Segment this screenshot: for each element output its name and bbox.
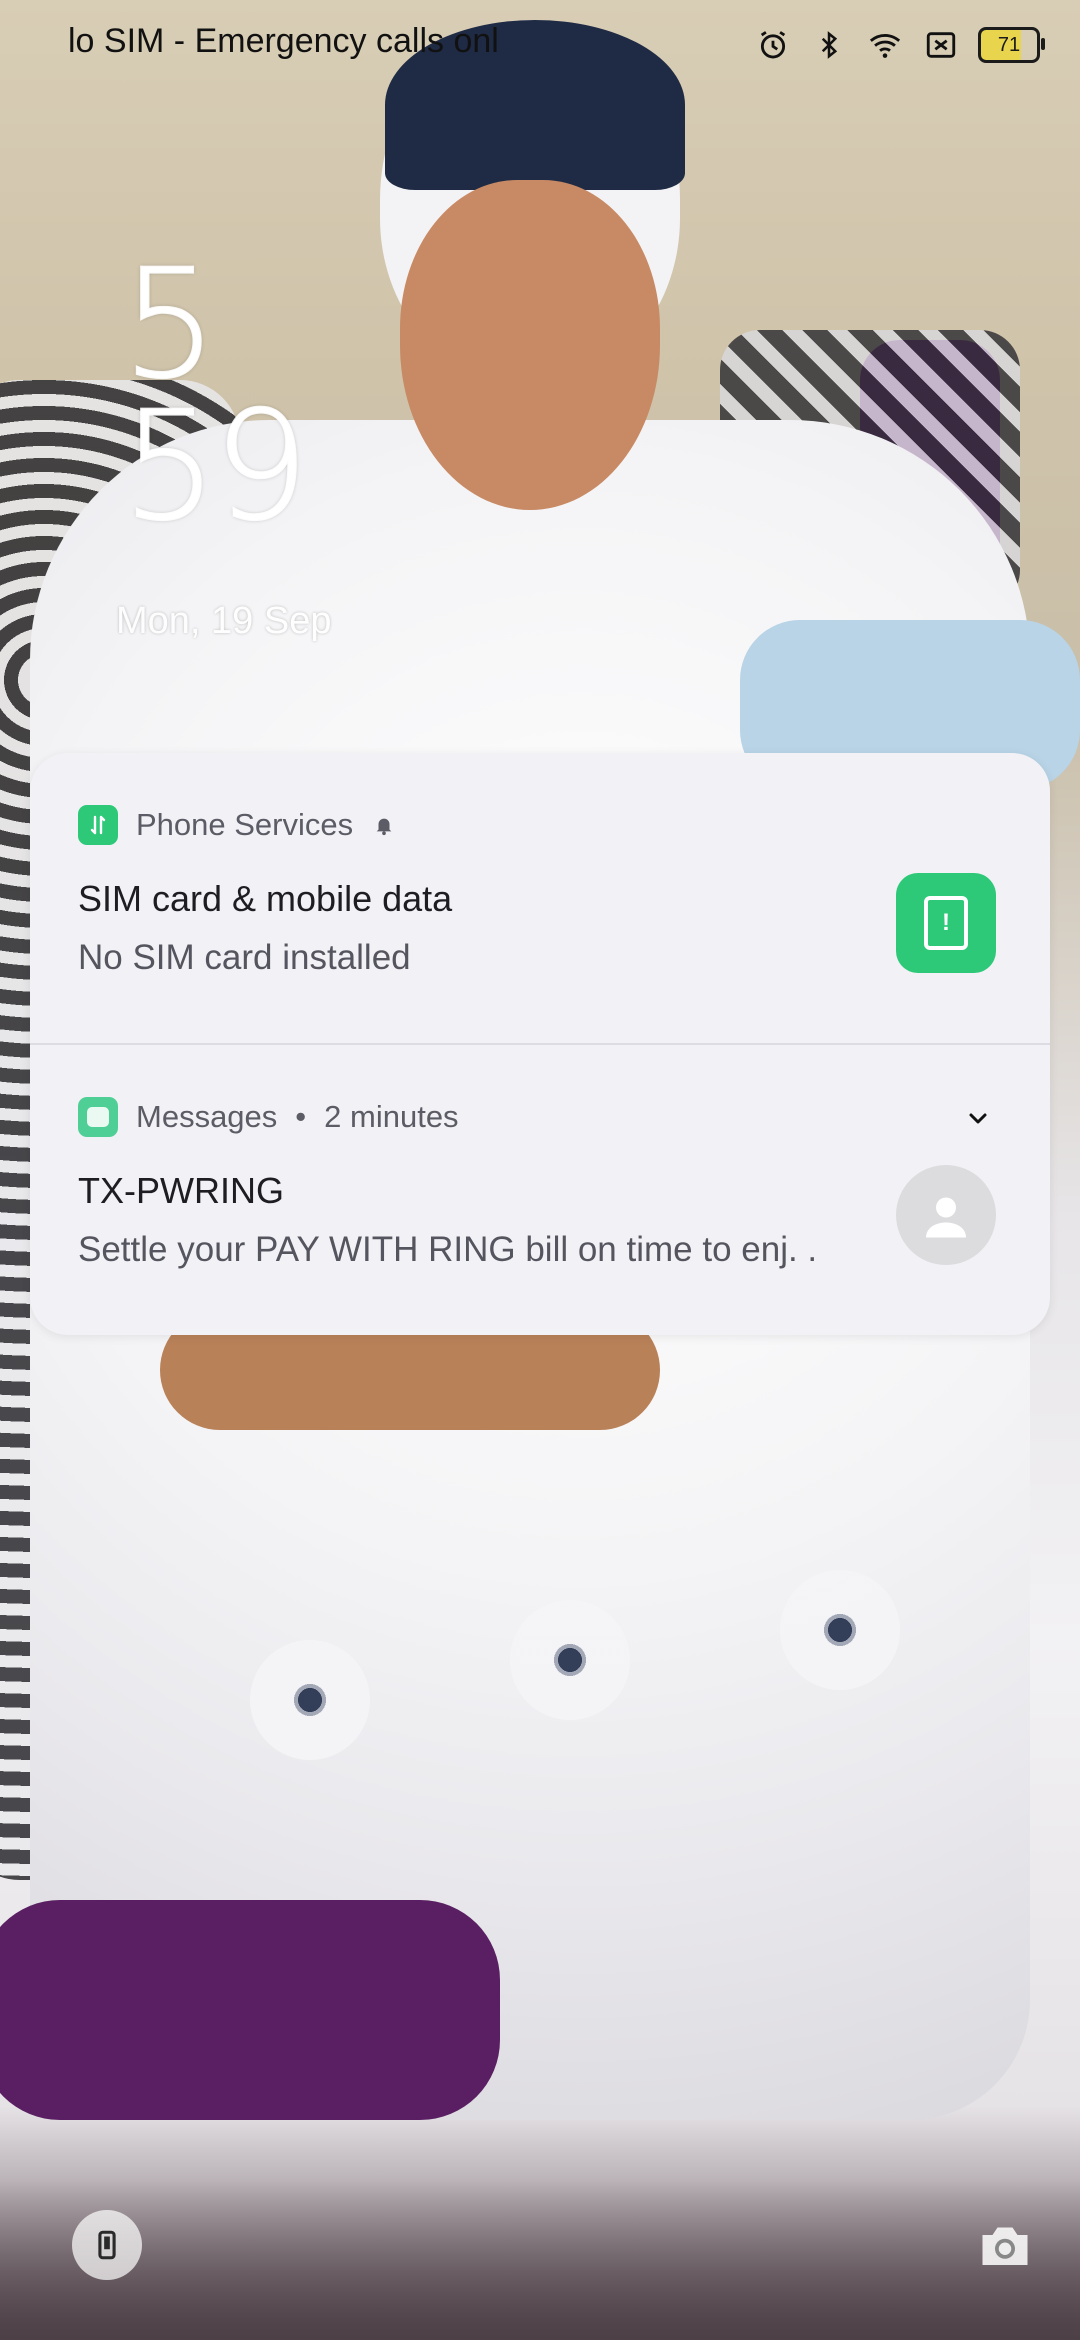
contact-avatar-icon [896,1165,996,1265]
clock-minute: 59 [121,379,310,555]
data-transfer-icon [78,805,118,845]
notification-panel: Phone Services SIM card & mobile data No… [30,753,1050,1335]
notification-header: Phone Services [78,805,397,845]
carrier-status: lo SIM - Emergency calls onl [68,22,499,60]
notification-title: TX-PWRING [78,1170,284,1211]
notification-header: Messages • 2 minutes [78,1097,459,1137]
wallpaper-embroidery [510,1600,630,1720]
phone-shortcut-button[interactable] [72,2210,142,2280]
wallpaper-face [400,180,660,510]
meta-separator: • [295,1099,307,1134]
wallpaper-embroidery [250,1640,370,1760]
notification-title: SIM card & mobile data [78,878,453,919]
camera-shortcut-button[interactable] [970,2210,1040,2280]
app-name: Phone Services [136,807,354,842]
wallpaper-embroidery [780,1570,900,1690]
sim-card-exclamation-icon: ! [924,896,968,950]
sim-alert-icon[interactable]: ! [896,873,996,973]
status-icons: 71 [754,26,1045,64]
battery-icon: 71 [978,27,1045,63]
wallpaper-shade [0,2180,1080,2340]
messages-icon [78,1097,118,1137]
chevron-down-icon[interactable] [960,1100,996,1136]
wallpaper-purple-cushion [0,1900,500,2120]
alarm-icon [754,26,792,64]
no-sim-icon [922,26,960,64]
notification-time: 2 minutes [324,1099,459,1134]
lockscreen-date: Mon, 19 Sep [116,600,332,642]
battery-level: 71 [997,33,1021,56]
bluetooth-icon [810,26,848,64]
notification-body: No SIM card installed [78,938,411,977]
status-bar: lo SIM - Emergency calls onl 71 [0,0,1080,100]
camera-shortcut-icon [982,2227,1028,2265]
notification-phone-services[interactable]: Phone Services SIM card & mobile data No… [30,753,1050,1043]
notification-messages[interactable]: Messages • 2 minutes TX-PWRING Settle yo… [30,1045,1050,1335]
bell-icon [371,812,397,838]
notification-body: Settle your PAY WITH RING bill on time t… [78,1230,818,1269]
app-name: Messages [136,1099,278,1134]
wifi-icon [866,26,904,64]
phone-shortcut-icon [98,2230,116,2260]
